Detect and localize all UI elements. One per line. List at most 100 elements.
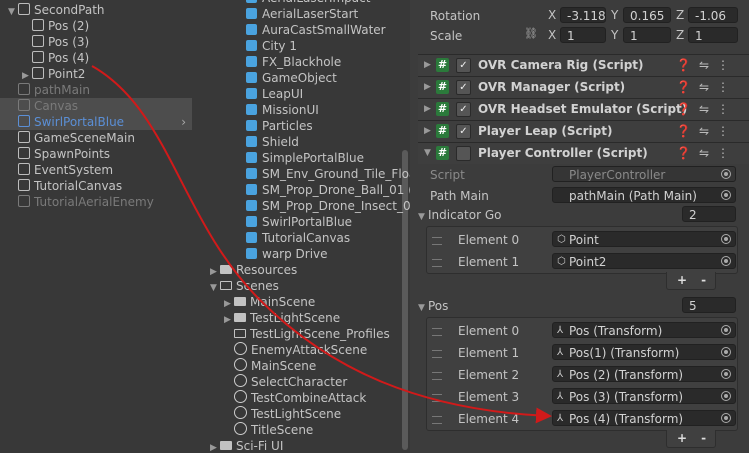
project-item[interactable]: SwirlPortalBlue: [236, 214, 352, 230]
component-actions[interactable]: ❓⇋⋮: [676, 121, 737, 142]
object-picker-icon[interactable]: [721, 169, 731, 179]
scale-x-field[interactable]: 1: [560, 27, 606, 43]
scale-z-field[interactable]: 1: [688, 27, 738, 43]
enabled-checkbox[interactable]: [456, 146, 471, 161]
element-field[interactable]: ⅄ Pos (Transform): [552, 322, 736, 338]
project-item[interactable]: GameObject: [236, 70, 337, 86]
component-header[interactable]: ▶ # ✓ OVR Headset Emulator (Script) ❓⇋⋮: [418, 98, 749, 120]
component-actions[interactable]: ❓⇋⋮: [676, 143, 737, 164]
hierarchy-item[interactable]: Canvas: [0, 98, 192, 114]
object-picker-icon[interactable]: [721, 325, 731, 335]
element-field[interactable]: ⅄ Pos(1) (Transform): [552, 344, 736, 360]
project-item[interactable]: SM_Prop_Drone_Insect_0: [236, 198, 410, 214]
project-item[interactable]: FX_Blackhole: [236, 54, 341, 70]
expand-down-icon[interactable]: ▼: [424, 143, 431, 164]
enabled-checkbox[interactable]: ✓: [456, 124, 471, 139]
hierarchy-item[interactable]: ▶ Point2: [0, 66, 192, 82]
expand-icon[interactable]: ▶: [210, 440, 220, 453]
chevron-right-icon[interactable]: ›: [181, 114, 186, 130]
project-item[interactable]: TestCombineAttack: [224, 390, 366, 406]
project-item[interactable]: SimplePortalBlue: [236, 150, 364, 166]
hierarchy-item[interactable]: pathMain: [0, 82, 192, 98]
project-item[interactable]: ▶ MainScene: [224, 294, 315, 310]
hierarchy-item[interactable]: Pos (3): [0, 34, 192, 50]
project-item[interactable]: warp Drive: [236, 246, 328, 262]
expand-right-icon[interactable]: ▶: [424, 55, 431, 76]
drag-handle[interactable]: [432, 259, 442, 267]
project-item[interactable]: Particles: [236, 118, 313, 134]
enabled-checkbox[interactable]: ✓: [456, 80, 471, 95]
element-field[interactable]: ⬡ Point2: [552, 253, 736, 269]
drag-handle[interactable]: [432, 350, 442, 358]
project-item[interactable]: ▶ Resources: [210, 262, 297, 278]
drag-handle[interactable]: [432, 416, 442, 424]
project-item[interactable]: TutorialCanvas: [236, 230, 350, 246]
object-picker-icon[interactable]: [721, 413, 731, 423]
add-element-button[interactable]: +: [677, 273, 701, 287]
object-picker-icon[interactable]: [721, 234, 731, 244]
object-picker-icon[interactable]: [721, 190, 731, 200]
hierarchy-item[interactable]: TutorialCanvas: [0, 178, 192, 194]
project-item[interactable]: MainScene: [224, 358, 316, 374]
drag-handle[interactable]: [432, 328, 442, 336]
hierarchy-item[interactable]: TutorialAerialEnemy: [0, 194, 192, 210]
element-field[interactable]: ⅄ Pos (2) (Transform): [552, 366, 736, 382]
hierarchy-item[interactable]: Pos (4): [0, 50, 192, 66]
drag-handle[interactable]: [432, 237, 442, 245]
project-item[interactable]: TestLightScene: [224, 406, 341, 422]
hierarchy-item[interactable]: GameSceneMain: [0, 130, 192, 146]
expand-right-icon[interactable]: ▶: [424, 121, 431, 142]
enabled-checkbox[interactable]: ✓: [456, 58, 471, 73]
project-item[interactable]: TitleScene: [224, 422, 313, 438]
project-item[interactable]: ▼ Scenes: [210, 278, 279, 294]
hierarchy-item[interactable]: ▼ SecondPath: [0, 2, 192, 18]
drag-handle[interactable]: [432, 372, 442, 380]
remove-element-button[interactable]: -: [701, 273, 720, 287]
pos-add-remove[interactable]: +-: [666, 430, 716, 448]
project-item[interactable]: AuraCastSmallWater: [236, 22, 386, 38]
element-field[interactable]: ⅄ Pos (4) (Transform): [552, 410, 736, 426]
component-actions[interactable]: ❓⇋⋮: [676, 55, 737, 76]
component-header[interactable]: ▼ # Player Controller (Script) ❓⇋⋮: [418, 142, 749, 164]
object-picker-icon[interactable]: [721, 391, 731, 401]
rotation-y-field[interactable]: 0.165: [623, 7, 671, 23]
scale-y-field[interactable]: 1: [623, 27, 671, 43]
project-item[interactable]: TestLightScene_Profiles: [224, 326, 390, 342]
project-item[interactable]: ▶ Sci-Fi UI: [210, 438, 283, 453]
add-element-button[interactable]: +: [677, 431, 701, 445]
project-item[interactable]: AerialLaserStart: [236, 6, 358, 22]
indicator-size-field[interactable]: 2: [682, 206, 736, 222]
project-item[interactable]: SelectCharacter: [224, 374, 347, 390]
project-item[interactable]: City 1: [236, 38, 297, 54]
indicator-go-foldout[interactable]: ▼ Indicator Go: [418, 207, 501, 223]
indicator-add-remove[interactable]: +-: [666, 272, 716, 290]
remove-element-button[interactable]: -: [701, 431, 720, 445]
object-picker-icon[interactable]: [721, 256, 731, 266]
project-item[interactable]: ▶ TestLightScene: [224, 310, 340, 326]
expand-icon[interactable]: ▼: [210, 280, 220, 296]
project-item[interactable]: SM_Env_Ground_Tile_Floa: [236, 166, 410, 182]
component-header[interactable]: ▶ # ✓ Player Leap (Script) ❓⇋⋮: [418, 120, 749, 142]
drag-handle[interactable]: [432, 394, 442, 402]
link-scale-icon[interactable]: ⛓: [524, 27, 538, 40]
component-actions[interactable]: ❓⇋⋮: [676, 99, 737, 120]
rotation-x-field[interactable]: -3.118: [560, 7, 606, 23]
project-item[interactable]: Shield: [236, 134, 299, 150]
component-header[interactable]: ▶ # ✓ OVR Manager (Script) ❓⇋⋮: [418, 76, 749, 98]
enabled-checkbox[interactable]: ✓: [456, 102, 471, 117]
hierarchy-item[interactable]: EventSystem: [0, 162, 192, 178]
element-field[interactable]: ⅄ Pos (3) (Transform): [552, 388, 736, 404]
hierarchy-item[interactable]: SwirlPortalBlue ›: [0, 114, 192, 130]
component-actions[interactable]: ❓⇋⋮: [676, 77, 737, 98]
object-picker-icon[interactable]: [721, 369, 731, 379]
pos-size-field[interactable]: 5: [682, 297, 736, 313]
project-item[interactable]: SM_Prop_Drone_Ball_01 (: [236, 182, 410, 198]
object-picker-icon[interactable]: [721, 347, 731, 357]
project-item[interactable]: EnemyAttackScene: [224, 342, 367, 358]
project-item[interactable]: LeapUI: [236, 86, 303, 102]
component-header[interactable]: ▶ # ✓ OVR Camera Rig (Script) ❓⇋⋮: [418, 54, 749, 76]
path-main-field[interactable]: pathMain (Path Main): [552, 187, 736, 203]
hierarchy-item[interactable]: SpawnPoints: [0, 146, 192, 162]
rotation-z-field[interactable]: -1.06: [688, 7, 738, 23]
pos-foldout[interactable]: ▼ Pos: [418, 298, 448, 314]
